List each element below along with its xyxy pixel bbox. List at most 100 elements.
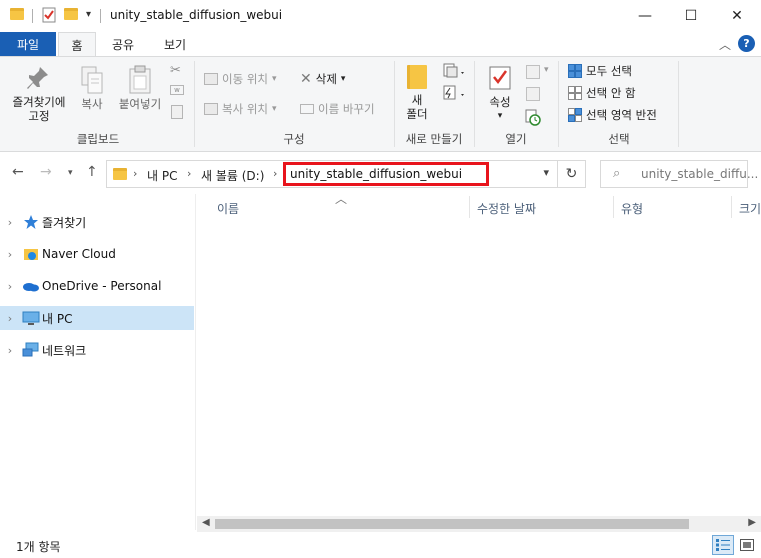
new-folder-icon: [407, 65, 427, 89]
new-folder-button[interactable]: 새 폴더: [400, 65, 434, 121]
large-icons-view-button[interactable]: [736, 535, 758, 555]
ribbon: 즐겨찾기에 고정 복사 붙여넣기 ✂ w 클립보드 이동 위치 ▾ 복사 위치 …: [0, 56, 761, 152]
paste-button: 붙여넣기: [114, 65, 166, 111]
organize-group-label: 구성: [283, 132, 305, 146]
forward-arrow-icon[interactable]: →: [40, 164, 52, 180]
expand-chevron-icon[interactable]: ›: [0, 280, 20, 293]
select-none-button[interactable]: 선택 안 함: [568, 85, 636, 101]
expand-chevron-icon[interactable]: ›: [0, 344, 20, 357]
minimize-button[interactable]: —: [622, 0, 668, 32]
scrollbar-thumb[interactable]: [215, 519, 689, 529]
nav-item-label: OneDrive - Personal: [42, 279, 162, 293]
address-folder-icon: [113, 168, 127, 180]
quick-access-divider: [32, 9, 33, 23]
tab-view[interactable]: 보기: [152, 32, 198, 56]
breadcrumb-volume-d[interactable]: 새 볼륨 (D:): [201, 167, 264, 184]
nav-item-naver-cloud[interactable]: › Naver Cloud: [0, 242, 194, 266]
tab-file[interactable]: 파일: [0, 32, 56, 56]
column-header-date-modified[interactable]: 수정한 날짜: [477, 200, 536, 217]
copy-label: 복사: [81, 97, 103, 111]
breadcrumb-this-pc[interactable]: 내 PC: [147, 167, 177, 184]
new-item-icon[interactable]: [442, 63, 466, 79]
clipboard-group-label: 클립보드: [76, 132, 120, 146]
star-icon: [20, 214, 42, 230]
breadcrumb-chevron-icon[interactable]: ›: [187, 167, 191, 180]
nav-item-this-pc[interactable]: › 내 PC: [0, 306, 194, 330]
item-count: 1개 항목: [16, 540, 61, 554]
ribbon-collapse-icon[interactable]: ︿: [719, 36, 731, 53]
scroll-left-arrow-icon[interactable]: ◀: [202, 517, 210, 528]
history-icon[interactable]: [524, 109, 542, 127]
properties-button[interactable]: 속성 ▾: [482, 65, 518, 123]
help-button[interactable]: ?: [738, 35, 755, 52]
folder-icon: [10, 8, 24, 20]
nav-item-label: 내 PC: [42, 311, 73, 326]
move-to-label: 이동 위치: [222, 72, 268, 86]
invert-selection-icon: [568, 108, 582, 122]
properties-check-icon[interactable]: [42, 7, 56, 23]
tab-home[interactable]: 홈: [58, 32, 96, 57]
up-arrow-icon[interactable]: ↑: [86, 164, 98, 180]
close-button[interactable]: ✕: [714, 0, 760, 32]
invert-selection-label: 선택 영역 반전: [586, 108, 657, 122]
navigation-pane: › 즐겨찾기 › Naver Cloud › OneDrive - Person…: [0, 194, 196, 530]
new-folder-label-line2: 폴더: [406, 107, 428, 121]
new-folder-label-line1: 새: [411, 93, 423, 107]
move-to-button: 이동 위치 ▾: [204, 71, 277, 87]
nav-item-onedrive[interactable]: › OneDrive - Personal: [0, 274, 194, 298]
refresh-icon[interactable]: ↻: [558, 160, 586, 188]
ribbon-tabs: 파일 홈 공유 보기 ︿ ?: [0, 32, 761, 57]
paste-label: 붙여넣기: [118, 97, 162, 111]
column-divider[interactable]: [469, 196, 470, 218]
open-dropdown-icon: ▾: [544, 65, 549, 75]
horizontal-scrollbar[interactable]: ◀ ▶: [197, 516, 761, 532]
new-folder-icon[interactable]: [64, 8, 78, 20]
expand-chevron-icon[interactable]: ›: [0, 248, 20, 261]
window-title: unity_stable_diffusion_webui: [110, 8, 283, 22]
properties-icon: [489, 66, 511, 90]
breadcrumb-chevron-icon[interactable]: ›: [273, 167, 277, 180]
nav-item-network[interactable]: › 네트워크: [0, 338, 194, 362]
column-divider[interactable]: [731, 196, 732, 218]
column-header-name[interactable]: 이름: [217, 200, 239, 217]
easy-access-icon[interactable]: [442, 85, 466, 101]
quick-access-dropdown-icon[interactable]: ▾: [86, 9, 91, 20]
details-view-button[interactable]: [712, 535, 734, 555]
address-bar[interactable]: › 내 PC › 새 볼륨 (D:) › unity_stable_diffus…: [106, 160, 558, 188]
recent-locations-chevron-icon[interactable]: ▾: [68, 168, 73, 178]
pc-icon: [20, 310, 42, 326]
expand-chevron-icon[interactable]: ›: [0, 312, 20, 325]
open-group-label: 열기: [505, 132, 527, 146]
breadcrumb-current-folder[interactable]: unity_stable_diffusion_webui: [283, 162, 489, 186]
naver-cloud-icon: [20, 246, 42, 262]
invert-selection-button[interactable]: 선택 영역 반전: [568, 107, 657, 123]
delete-button[interactable]: ✕ 삭제 ▾: [300, 71, 345, 87]
column-header-type[interactable]: 유형: [621, 200, 643, 217]
delete-label: 삭제: [315, 72, 337, 86]
nav-item-quick-access[interactable]: › 즐겨찾기: [0, 210, 194, 234]
edit-icon: [526, 87, 540, 101]
maximize-button[interactable]: ☐: [668, 0, 714, 32]
tab-share[interactable]: 공유: [102, 32, 144, 56]
scroll-right-arrow-icon[interactable]: ▶: [748, 517, 756, 528]
pin-label-line1: 즐겨찾기에: [12, 95, 66, 109]
expand-chevron-icon[interactable]: ›: [0, 216, 20, 229]
nav-item-label: Naver Cloud: [42, 247, 116, 261]
cut-icon: ✂: [170, 63, 181, 78]
select-group-label: 선택: [608, 132, 630, 146]
file-list[interactable]: ︿ 이름 수정한 날짜 유형 크기: [197, 192, 761, 516]
search-input[interactable]: ⌕ unity_stable_diffu...: [600, 160, 758, 188]
back-arrow-icon[interactable]: ←: [12, 164, 24, 180]
select-none-label: 선택 안 함: [586, 86, 636, 100]
nav-item-label: 네트워크: [42, 343, 87, 358]
pin-to-quick-access-button[interactable]: 즐겨찾기에 고정: [8, 65, 70, 123]
address-history-chevron-icon[interactable]: ▾: [543, 166, 549, 179]
copy-to-label: 복사 위치: [222, 102, 268, 116]
breadcrumb-chevron-icon[interactable]: ›: [133, 167, 137, 180]
column-header-size[interactable]: 크기: [739, 200, 761, 217]
column-divider[interactable]: [613, 196, 614, 218]
copy-icon: [81, 66, 103, 94]
select-all-button[interactable]: 모두 선택: [568, 63, 632, 79]
address-bar-row: ← → ▾ ↑ › 내 PC › 새 볼륨 (D:) › unity_stabl…: [0, 152, 761, 194]
copy-button: 복사: [76, 65, 108, 111]
